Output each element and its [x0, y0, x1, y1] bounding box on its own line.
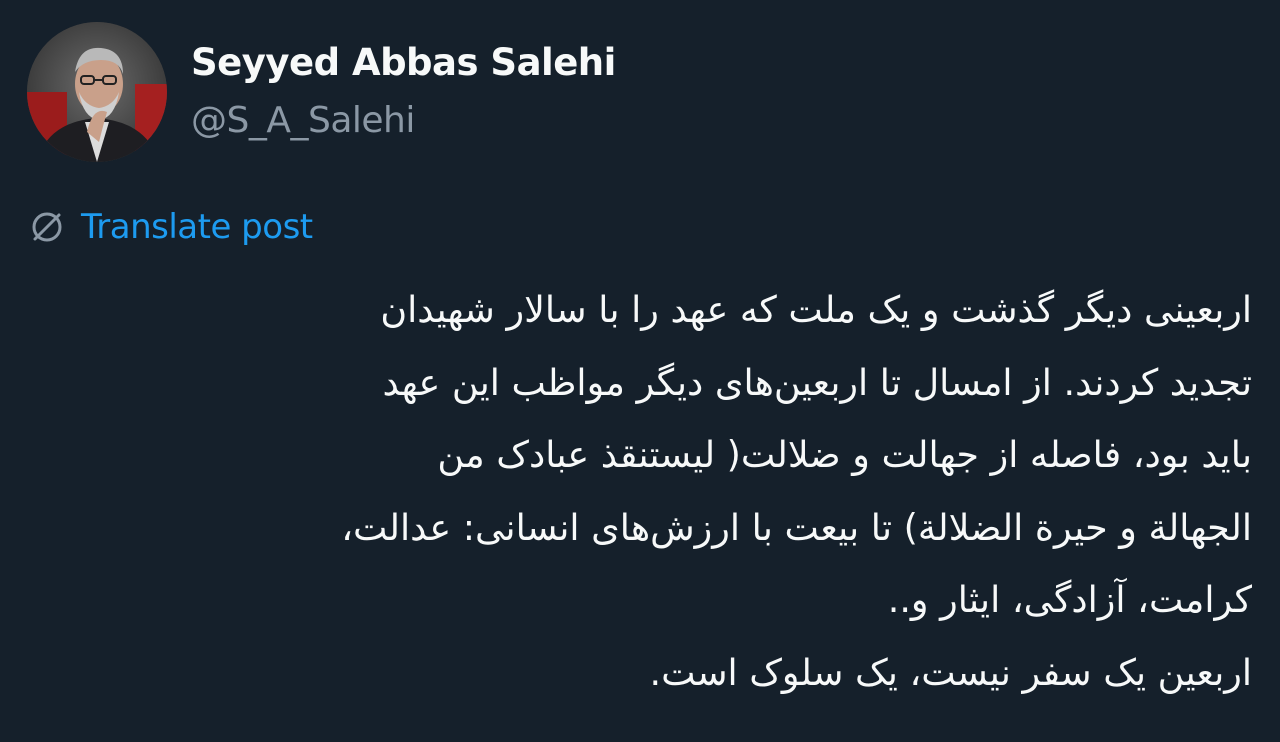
- translate-post-link[interactable]: Translate post: [27, 202, 313, 252]
- translate-post-label: Translate post: [81, 207, 313, 247]
- globe-translate-icon: [32, 212, 62, 242]
- post-text-line: اربعینی دیگر گذشت و یک ملت که عهد را با …: [380, 288, 1252, 331]
- author-display-name[interactable]: Seyyed Abbas Salehi: [191, 38, 616, 88]
- post-text: اربعینی دیگر گذشت و یک ملت که عهد را با …: [30, 274, 1252, 709]
- post-text-line: الجهالة و حیرة الضلالة) تا بیعت با ارزش‌…: [341, 505, 1252, 549]
- profile-photo: [27, 22, 167, 162]
- author-handle[interactable]: @S_A_Salehi: [191, 96, 415, 146]
- avatar[interactable]: [27, 22, 167, 162]
- post-text-line: اربعین یک سفر نیست، یک سلوک است.: [649, 650, 1253, 694]
- post-text-line: باید بود، فاصله از جهالت و ضلالت( لیستنق…: [437, 433, 1252, 476]
- post-text-line: کرامت، آزادگی، ایثار و..: [887, 578, 1252, 621]
- post-text-line: تجدید کردند. از امسال تا اربعین‌های دیگر…: [382, 360, 1252, 404]
